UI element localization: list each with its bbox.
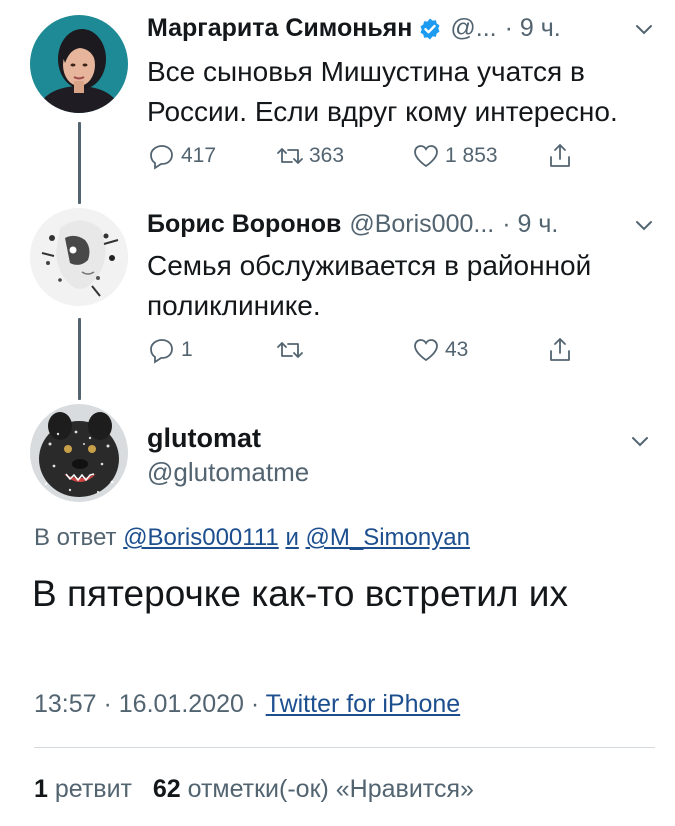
reply-count: 417 [181, 144, 217, 167]
retweet-total[interactable]: 1 [34, 775, 48, 803]
heart-icon [414, 339, 438, 362]
reply-button[interactable]: 1 [147, 330, 193, 370]
author-handle[interactable]: @glutomatme [147, 457, 309, 488]
author-name[interactable]: Маргарита Симоньян [147, 14, 412, 43]
reply-icon [150, 145, 173, 170]
author-name[interactable]: glutomat [147, 423, 261, 454]
chevron-down-icon[interactable] [629, 430, 651, 452]
like-count: 1 853 [445, 144, 498, 167]
tweet-header: Маргарита Симоньян @... · 9 ч. [147, 14, 655, 43]
tweet-2[interactable]: Борис Воронов @Boris000... · 9 ч. Семья … [0, 200, 675, 400]
avatar[interactable] [30, 15, 128, 113]
tweet-header: Борис Воронов @Boris000... · 9 ч. [147, 210, 655, 239]
retweet-label[interactable]: ретвит [55, 775, 132, 803]
retweet-count: 363 [309, 144, 345, 167]
like-button[interactable]: 43 [411, 330, 468, 370]
like-total[interactable]: 62 [153, 775, 181, 803]
tweet-time[interactable]: · 9 ч. [502, 210, 558, 239]
share-icon [550, 338, 570, 361]
avatar[interactable] [30, 208, 128, 306]
retweet-button[interactable]: 363 [275, 136, 344, 176]
tweet-text: Все сыновья Мишустина учатся в России. Е… [147, 56, 618, 127]
tweet-actions: 417 363 1 853 [147, 136, 587, 176]
timestamp[interactable]: 13:57 · 16.01.2020 · [34, 690, 259, 718]
source-link[interactable]: Twitter for iPhone [266, 690, 461, 718]
like-count: 43 [445, 338, 469, 361]
thread-line [78, 122, 81, 204]
reply-prefix: В ответ [34, 524, 117, 551]
divider [34, 747, 655, 748]
reply-count: 1 [181, 338, 193, 361]
reply-icon [150, 339, 173, 364]
tweet-text: Семья обслуживается в районной поликлини… [147, 250, 592, 321]
engagement-stats: 1 ретвит 62 отметки(-ок) «Нравится» [34, 775, 474, 804]
mention-link[interactable]: @M_Simonyan [306, 524, 470, 551]
author-name[interactable]: Борис Воронов [147, 210, 341, 239]
avatar[interactable] [30, 404, 128, 502]
share-icon [550, 144, 570, 167]
tweet-text: В пятерочке как-то встретил их [32, 573, 568, 614]
chevron-down-icon[interactable] [633, 18, 655, 40]
reply-button[interactable]: 417 [147, 136, 216, 176]
verified-badge-icon [418, 17, 442, 41]
thread-line [78, 318, 81, 400]
share-button[interactable] [545, 330, 579, 370]
chevron-down-icon[interactable] [633, 214, 655, 236]
reply-context: В ответ @Boris000111 и @M_Simonyan [34, 524, 470, 552]
retweet-icon [277, 148, 303, 164]
like-label[interactable]: отметки(-ок) «Нравится» [188, 775, 474, 803]
retweet-button[interactable] [275, 330, 309, 370]
tweet-actions: 1 43 [147, 330, 587, 370]
tweet-1[interactable]: Маргарита Симоньян @... · 9 ч. Все сынов… [0, 0, 675, 204]
mention-link[interactable]: @Boris000111 [123, 524, 279, 551]
share-button[interactable] [545, 136, 579, 176]
reply-and: и [285, 524, 299, 551]
tweet-time[interactable]: · 9 ч. [505, 14, 561, 43]
heart-icon [414, 145, 438, 168]
author-handle[interactable]: @Boris000... [349, 210, 494, 239]
like-button[interactable]: 1 853 [411, 136, 498, 176]
retweet-icon [277, 342, 303, 358]
tweet-meta: 13:57 · 16.01.2020 · Twitter for iPhone [34, 690, 460, 719]
author-handle[interactable]: @... [450, 14, 496, 43]
